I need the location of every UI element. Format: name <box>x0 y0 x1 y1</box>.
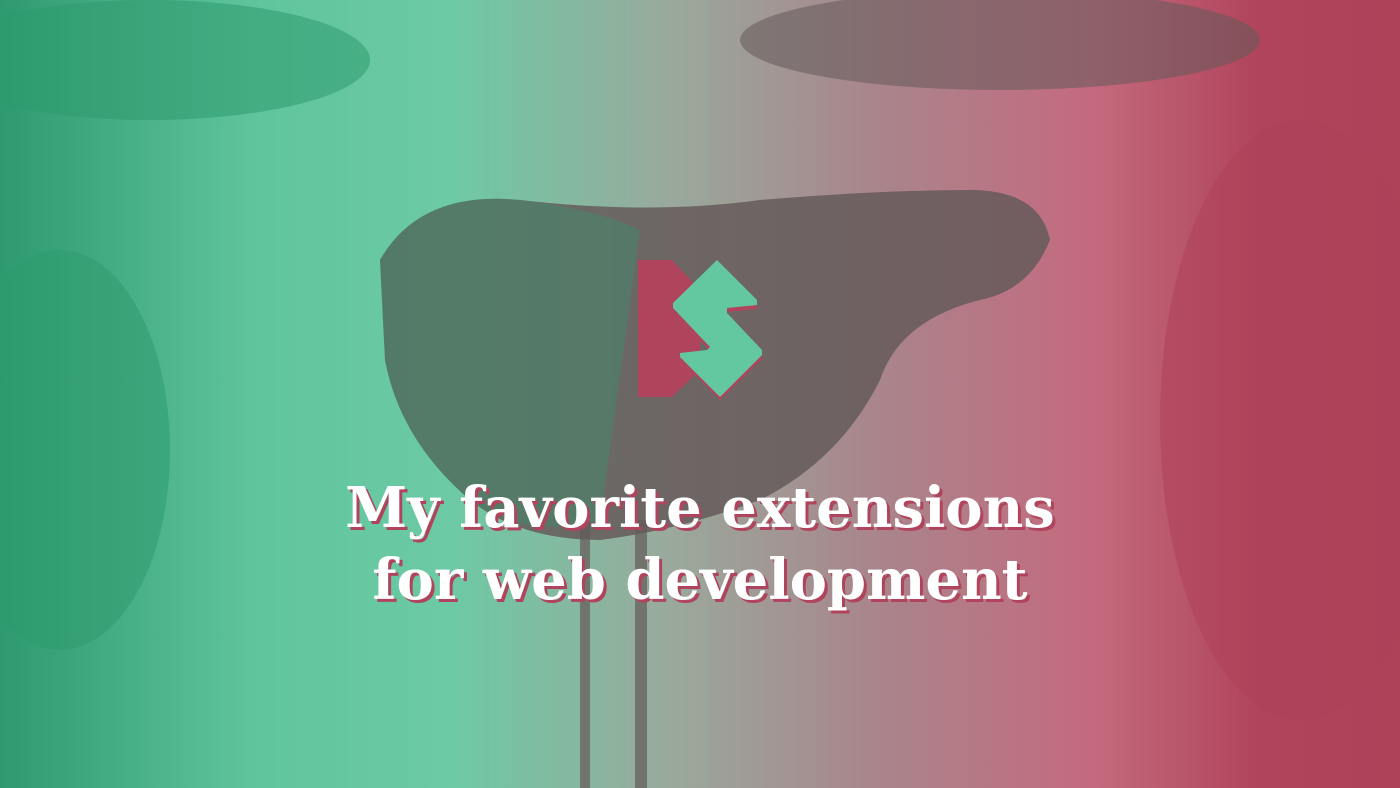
bs-logo-icon <box>638 260 762 400</box>
title-line-2: for web development <box>372 547 1028 613</box>
page-title: My favorite extensions for web developme… <box>0 472 1400 616</box>
title-line-1: My favorite extensions <box>345 475 1055 541</box>
